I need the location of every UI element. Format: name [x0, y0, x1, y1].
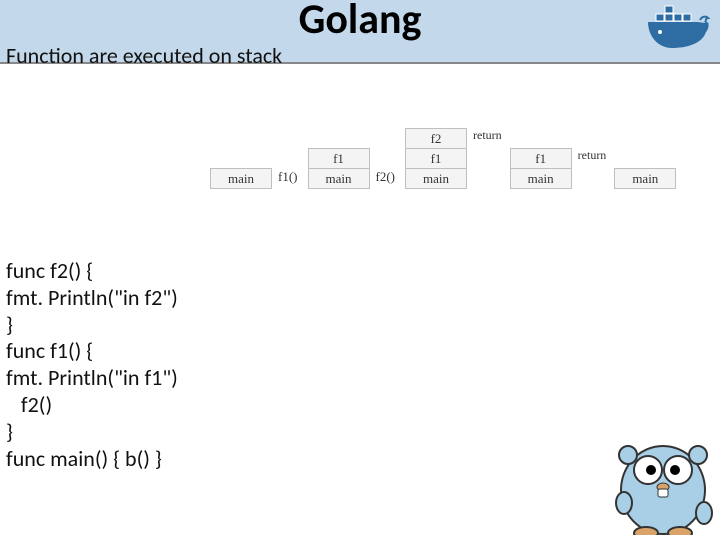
stack-cell: main	[308, 169, 370, 189]
page-title: Golang	[0, 0, 720, 45]
code-block: func f2() { fmt. Println("in f2") } func…	[6, 258, 178, 473]
page-subtitle: Function are executed on stack	[6, 42, 282, 69]
go-gopher-icon	[608, 415, 718, 540]
stack-cell: f2	[405, 128, 467, 149]
stack-cell: main	[210, 168, 272, 189]
stack-col-2: f1 main f2()	[308, 148, 398, 189]
stack-diagram: main f1() f1 main f2() f2 f1 main return…	[210, 128, 676, 189]
docker-whale-icon	[644, 4, 712, 57]
stack-cell: f1	[308, 148, 370, 169]
stack-col-1: main f1()	[210, 168, 300, 189]
stack-cell: f1	[510, 148, 572, 169]
return-label: return	[471, 128, 502, 145]
return-label: return	[576, 148, 607, 165]
stack-cell: main	[405, 169, 467, 189]
stack-cell: f1	[405, 149, 467, 169]
stack-cell: main	[614, 168, 676, 189]
stack-col-4: f1 main return	[510, 148, 607, 189]
stack-col-5: main	[614, 168, 676, 189]
call-label: f2()	[374, 169, 398, 189]
stack-col-3: f2 f1 main return	[405, 128, 502, 189]
call-label: f1()	[276, 169, 300, 189]
stack-cell: main	[510, 169, 572, 189]
